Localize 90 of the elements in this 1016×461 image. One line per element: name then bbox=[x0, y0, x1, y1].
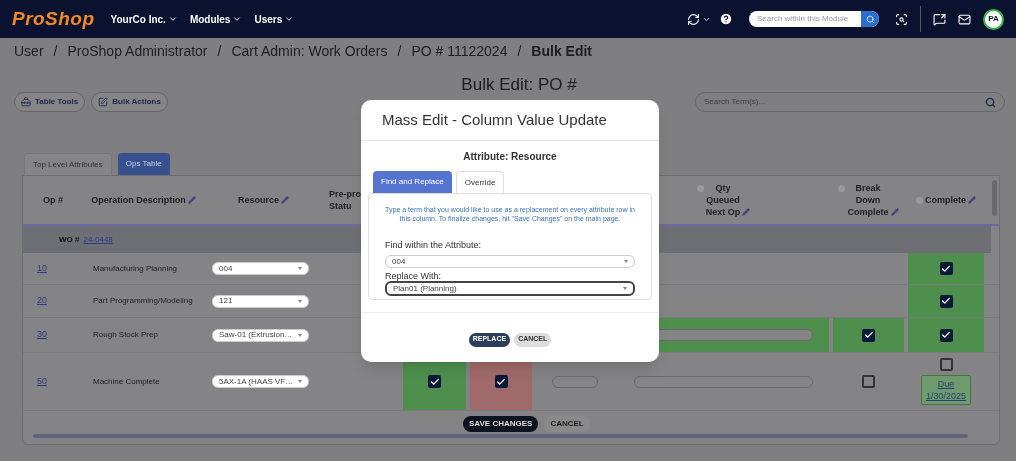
checkbox[interactable] bbox=[939, 358, 953, 371]
user-avatar[interactable]: PA bbox=[983, 8, 1004, 30]
nav-menu[interactable]: Users bbox=[254, 11, 295, 27]
edit-icon bbox=[98, 97, 109, 107]
column-heading[interactable]: Qty Queued Next Op bbox=[696, 182, 751, 218]
caret-icon bbox=[623, 287, 627, 290]
save-button[interactable]: SAVE CHANGES bbox=[463, 416, 539, 432]
checkbox[interactable] bbox=[862, 328, 875, 342]
checkbox[interactable] bbox=[428, 375, 441, 388]
caret-icon bbox=[298, 380, 302, 383]
group-label: WO # bbox=[59, 233, 80, 246]
vertical-scrollbar[interactable] bbox=[992, 180, 997, 216]
breadcrumb-separator: / bbox=[517, 41, 522, 61]
toolbar-button[interactable]: Table Tools bbox=[14, 92, 86, 112]
checkbox[interactable] bbox=[862, 375, 875, 388]
select-field[interactable]: Plan01 (Planning) bbox=[385, 281, 635, 296]
caret-icon bbox=[298, 267, 302, 270]
caret-icon bbox=[298, 333, 302, 337]
column-heading[interactable]: Op # bbox=[43, 194, 63, 206]
heading-label: Qty Queued Next Op bbox=[705, 182, 741, 218]
caret-icon bbox=[624, 260, 628, 263]
field-label: Replace With: bbox=[385, 271, 442, 281]
op-number-link[interactable]: 10 bbox=[37, 261, 47, 276]
modal-title: Mass Edit - Column Value Update bbox=[382, 109, 607, 130]
attribute-label: Attribute: Resource bbox=[463, 150, 557, 164]
due-date-button[interactable]: Due 1/30/2025 bbox=[920, 375, 971, 405]
mail-icon[interactable] bbox=[958, 12, 971, 26]
breadcrumb-separator: / bbox=[217, 41, 222, 61]
tab[interactable]: Find and Replace bbox=[373, 171, 452, 193]
checkbox[interactable] bbox=[939, 294, 953, 308]
nav-menu[interactable]: YourCo Inc. bbox=[110, 11, 178, 27]
column-heading[interactable]: Pre-pro Statu bbox=[329, 188, 361, 212]
caret-icon bbox=[298, 299, 302, 303]
column-heading[interactable]: Break Down Complete bbox=[838, 182, 899, 218]
checkbox[interactable] bbox=[939, 328, 953, 342]
module-search-field[interactable]: Search within this Module bbox=[749, 11, 879, 27]
table-cell: Machine Complete bbox=[93, 376, 160, 387]
help-icon[interactable] bbox=[719, 12, 733, 26]
select-field[interactable]: Saw-01 (Extrusion… bbox=[212, 328, 309, 342]
breadcrumb-item: Bulk Edit bbox=[531, 41, 592, 61]
toolbar-button[interactable]: Bulk Actions bbox=[91, 92, 168, 112]
select-field[interactable]: 004 bbox=[212, 262, 309, 275]
page-title: Bulk Edit: PO # bbox=[461, 74, 577, 96]
table-cell: Part Programming/Modeling bbox=[93, 296, 193, 306]
heading-label: Break Down Complete bbox=[847, 182, 889, 218]
pencil-icon[interactable] bbox=[742, 208, 751, 216]
logo[interactable]: ProShop bbox=[12, 4, 95, 34]
message-icon[interactable] bbox=[933, 12, 946, 26]
breadcrumb-separator: / bbox=[53, 41, 58, 61]
select-field[interactable]: 5AX-1A (HAAS VF… bbox=[212, 375, 309, 388]
pencil-icon[interactable] bbox=[187, 196, 196, 204]
text-input[interactable] bbox=[552, 375, 598, 388]
chevron-icon bbox=[167, 14, 178, 24]
table-cell: Rough Stock Prep bbox=[93, 330, 158, 340]
tab[interactable]: Top Level Attributes bbox=[24, 153, 112, 175]
pencil-icon[interactable] bbox=[890, 208, 899, 216]
breadcrumb-item[interactable]: User bbox=[14, 40, 44, 62]
pencil-icon[interactable] bbox=[281, 196, 289, 204]
text-input[interactable] bbox=[634, 375, 813, 388]
search-button[interactable] bbox=[861, 11, 879, 27]
tab[interactable]: Ops Table bbox=[117, 153, 170, 175]
breadcrumb-item[interactable]: PO # 11122024 bbox=[411, 40, 508, 62]
heading-label: Complete bbox=[925, 194, 966, 206]
checkbox[interactable] bbox=[494, 375, 508, 388]
op-number-link[interactable]: 50 bbox=[37, 374, 47, 389]
horizontal-scrollbar[interactable] bbox=[33, 434, 968, 438]
op-number-link[interactable]: 20 bbox=[37, 294, 47, 308]
select-field[interactable]: 121 bbox=[212, 294, 309, 308]
field-label: Find within the Attribute: bbox=[385, 240, 482, 250]
pencil-icon[interactable] bbox=[968, 196, 976, 204]
nav-menu[interactable]: Modules bbox=[189, 11, 243, 27]
checkbox[interactable] bbox=[939, 262, 953, 275]
tab[interactable]: Override bbox=[455, 171, 505, 193]
column-heading[interactable]: Complete bbox=[916, 194, 976, 206]
column-heading[interactable]: Resource bbox=[238, 194, 289, 206]
search-icon bbox=[865, 14, 875, 24]
chevron-icon bbox=[284, 14, 295, 24]
search-icon[interactable] bbox=[895, 12, 908, 26]
toolbox-icon bbox=[21, 97, 31, 107]
table-cell: Manufacturing Planning bbox=[93, 263, 178, 274]
chevron-icon bbox=[232, 14, 243, 24]
breadcrumb-item[interactable]: ProShop Administrator bbox=[67, 40, 208, 62]
refresh-icon[interactable] bbox=[687, 12, 700, 26]
op-number-link[interactable]: 30 bbox=[37, 328, 47, 342]
select-field[interactable]: 004 bbox=[385, 255, 635, 268]
breadcrumb-separator: / bbox=[397, 41, 402, 61]
cancel-button[interactable]: CANCEL bbox=[544, 416, 590, 432]
module-search-input[interactable]: Search within this Module bbox=[757, 13, 861, 25]
breadcrumb-item[interactable]: Cart Admin: Work Orders bbox=[231, 40, 388, 62]
heading-label: Resource bbox=[238, 194, 279, 206]
